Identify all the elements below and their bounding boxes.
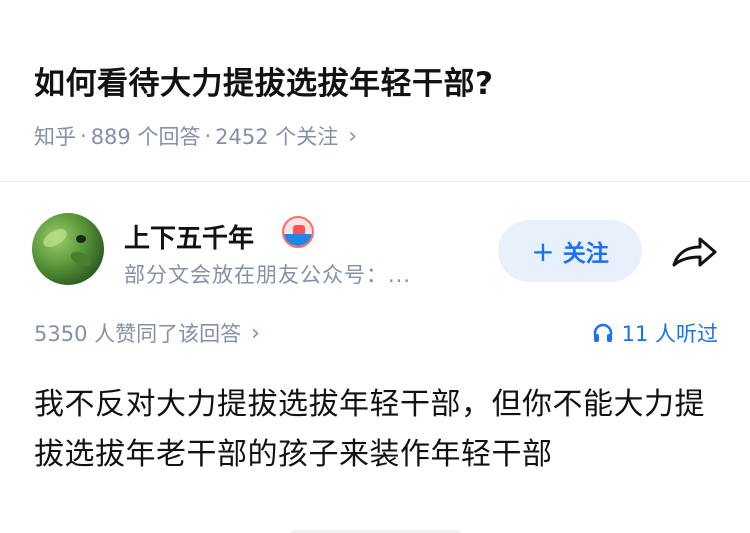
author-name[interactable]: 上下五千年 bbox=[124, 218, 254, 255]
follow-label: 关注 bbox=[562, 241, 609, 267]
source-label: 知乎 bbox=[34, 125, 76, 149]
badge-wave bbox=[284, 234, 312, 246]
share-arrow-icon[interactable] bbox=[670, 232, 720, 272]
listen-count-text: 11 人听过 bbox=[621, 322, 718, 346]
chevron-right-icon: › bbox=[251, 320, 260, 346]
answer-content[interactable]: 我不反对大力提拔选拔年轻干部，但你不能大力提拔选拔年老干部的孩子来装作年轻干部 bbox=[34, 380, 724, 480]
section-divider bbox=[0, 181, 750, 182]
creator-badge-icon[interactable] bbox=[282, 216, 314, 248]
meta-separator: · bbox=[204, 124, 212, 148]
chevron-right-icon: › bbox=[348, 123, 358, 149]
follower-count: 2452 个关注 bbox=[215, 125, 339, 149]
answer-count: 889 个回答 bbox=[90, 125, 201, 149]
author-avatar[interactable] bbox=[32, 213, 104, 285]
vote-count-text: 5350 人赞同了该回答 bbox=[34, 322, 242, 346]
avatar-spot bbox=[76, 235, 86, 243]
author-description: 部分文会放在朋友公众号：... bbox=[124, 263, 412, 287]
meta-separator: · bbox=[80, 124, 87, 148]
question-meta[interactable]: 知乎 · 889 个回答 · 2452 个关注 › bbox=[34, 121, 357, 151]
headphones-icon bbox=[593, 323, 612, 342]
avatar-leaf bbox=[68, 248, 94, 270]
listen-count[interactable]: 11 人听过 bbox=[592, 318, 718, 348]
avatar-leaf bbox=[40, 225, 70, 251]
plus-icon: + bbox=[531, 234, 555, 268]
follow-button[interactable]: + 关注 bbox=[498, 220, 642, 282]
vote-summary[interactable]: 5350 人赞同了该回答 › bbox=[34, 318, 260, 348]
question-title[interactable]: 如何看待大力提拔选拔年轻干部? bbox=[34, 58, 724, 103]
